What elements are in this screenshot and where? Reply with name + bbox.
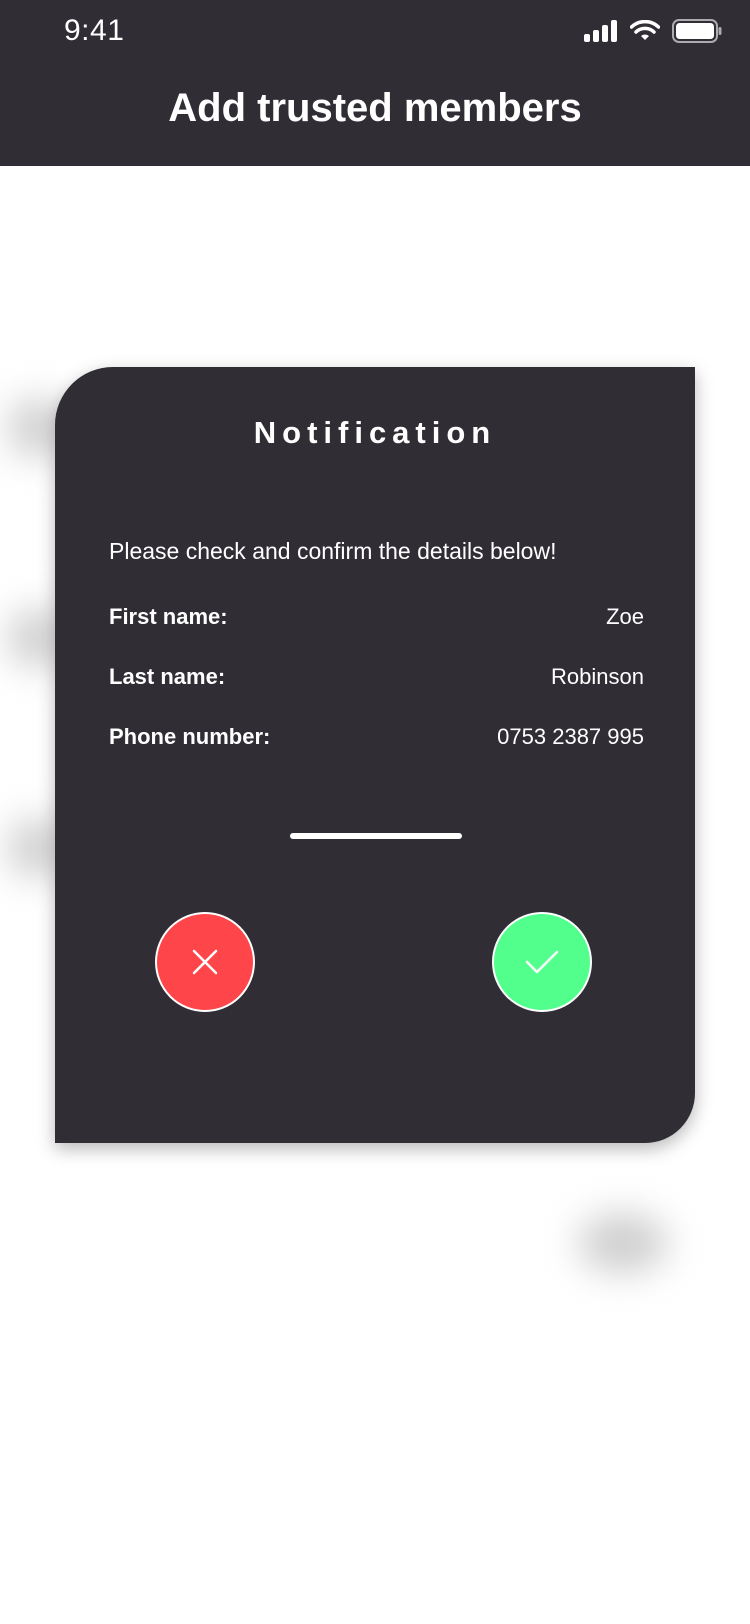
status-icons	[584, 18, 722, 44]
battery-icon	[672, 19, 722, 43]
app-header: 9:41 Add trusted members	[0, 0, 750, 166]
wifi-icon	[630, 20, 660, 40]
checkmark-icon	[525, 950, 559, 974]
detail-value: 0753 2387 995	[497, 724, 644, 749]
page-title: Add trusted members	[168, 86, 582, 130]
detail-label: Last name:	[109, 664, 226, 689]
cancel-button[interactable]	[155, 912, 255, 1012]
detail-value: Robinson	[551, 664, 644, 689]
background-blur	[578, 1213, 668, 1273]
confirm-button[interactable]	[492, 912, 592, 1012]
detail-row-first-name: First name: Zoe	[109, 604, 644, 630]
detail-value: Zoe	[606, 604, 644, 629]
drag-handle[interactable]	[290, 833, 462, 839]
detail-label: First name:	[109, 604, 228, 629]
close-icon	[192, 949, 218, 975]
detail-row-last-name: Last name: Robinson	[109, 664, 644, 690]
dialog-title: Notification	[253, 415, 497, 450]
detail-label: Phone number:	[109, 724, 271, 749]
status-time: 9:41	[64, 14, 125, 47]
signal-icon	[584, 20, 617, 42]
dialog-message: Please check and confirm the details bel…	[109, 538, 557, 564]
detail-row-phone-number: Phone number: 0753 2387 995	[109, 724, 644, 750]
notification-dialog: Notification Please check and confirm th…	[55, 367, 695, 1143]
